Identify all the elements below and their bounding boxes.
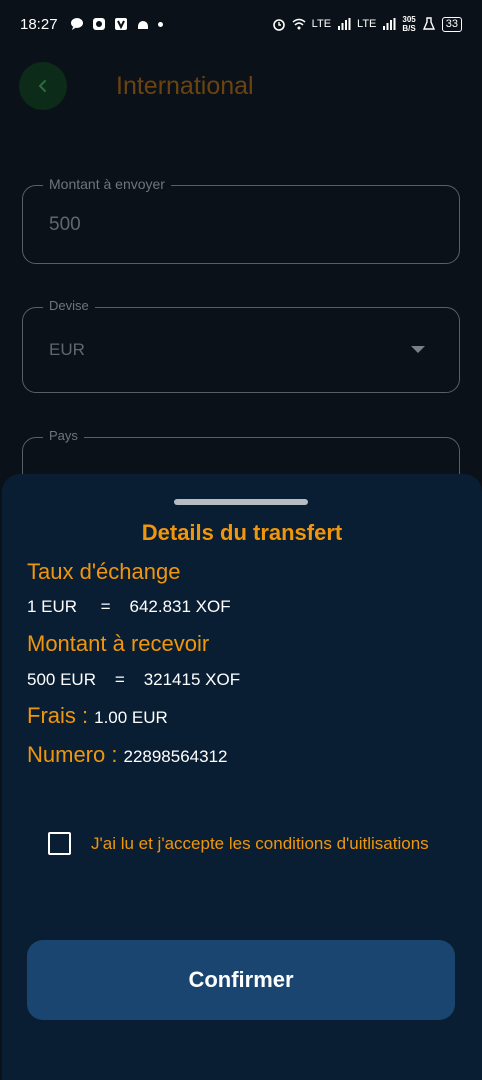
status-bar: 18:27 LTE LTE 305 B/S 33 [0,0,482,48]
chevron-down-icon [411,346,425,353]
network-type-1: LTE [311,18,332,30]
back-button[interactable] [19,62,67,110]
sheet-title: Details du transfert [141,520,343,545]
confirm-button[interactable]: Confirmer [27,940,455,1020]
number-label: Numero : [27,742,118,767]
terms-row[interactable]: J'ai lu et j'accepte les conditions d'ui… [48,832,429,855]
alarm-icon [272,19,285,31]
android-icon [137,21,148,29]
network-type-2: LTE [357,18,377,30]
notification-icons [70,17,163,31]
confirm-button-label: Confirmer [188,967,294,992]
amount-field-value: 500 [49,214,81,235]
country-select-label: Pays [43,428,84,443]
data-speed: 305 B/S [402,15,415,33]
battery-indicator: 33 [441,16,462,32]
data-speed-unit: B/S [402,24,416,33]
terms-label: J'ai lu et j'accepte les conditions d'ui… [91,833,429,853]
chevron-left-icon [39,80,46,92]
chat-bubble-icon [70,18,83,30]
v-app-icon [114,18,127,30]
amount-to-receive-label: Montant à recevoir [27,631,210,656]
signal-icon-2 [383,18,396,30]
data-speed-value: 305 [402,15,416,24]
amount-field-label: Montant à envoyer [43,176,171,192]
app-bar: International [0,48,482,128]
signal-icon [338,18,351,30]
wifi-icon [292,18,306,30]
page-title: International [116,72,254,100]
fees-row: Frais : 1.00 EUR [27,703,168,729]
status-time: 18:27 [20,15,58,33]
number-value: 22898564312 [123,747,228,766]
currency-select-value: EUR [49,340,85,359]
amount-to-receive-value: 500 EUR = 321415 XOF [27,670,241,689]
currency-select-label: Devise [43,298,95,313]
transfer-details-sheet: Details du transfert Taux d'échange 1 EU… [2,474,482,1080]
exchange-rate-value: 1 EUR = 642.831 XOF [27,597,231,616]
flask-icon [422,17,435,30]
system-icons: LTE LTE 305 B/S 33 [272,15,462,33]
fees-value: 1.00 EUR [94,708,168,727]
drag-handle[interactable] [174,499,308,505]
amount-field[interactable]: Montant à envoyer 500 [22,176,460,264]
terms-checkbox[interactable] [48,832,71,855]
number-row: Numero : 22898564312 [27,742,228,768]
record-app-icon [92,18,105,30]
more-notifications-dot [157,21,163,27]
fees-label: Frais : [27,703,89,728]
exchange-rate-label: Taux d'échange [27,559,181,584]
currency-select[interactable]: Devise EUR [22,298,460,393]
